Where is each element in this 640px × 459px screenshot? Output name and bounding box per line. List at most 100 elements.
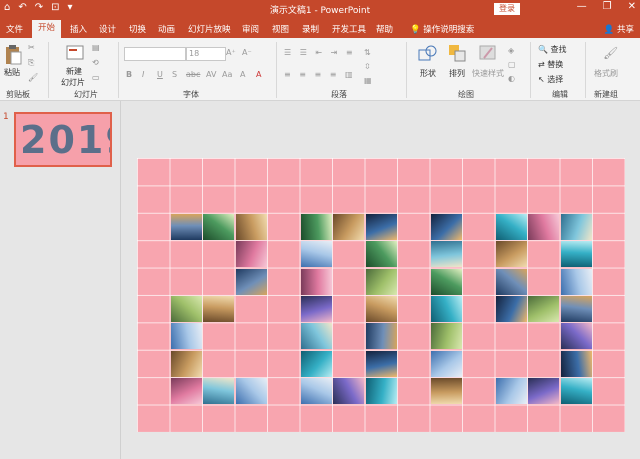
tab-file[interactable]: 文件 [6,23,23,35]
new-slide-label[interactable]: 新建 [66,66,82,77]
photo-tile[interactable] [235,241,267,268]
photo-tile[interactable] [528,378,559,405]
photo-tile[interactable] [560,268,592,295]
strikethrough-button[interactable]: abc [186,70,200,79]
format-painter-button[interactable]: 格式刷 [594,68,618,79]
photo-tile[interactable] [235,268,267,295]
copy-icon[interactable]: ⎘ [28,58,34,68]
photo-tile[interactable] [430,350,462,377]
photo-tile[interactable] [300,323,332,350]
photo-tile[interactable] [235,378,267,405]
photo-tile[interactable] [495,378,527,405]
quick-styles-button[interactable]: 快速样式 [472,68,504,79]
tab-record[interactable]: 录制 [302,23,319,35]
underline-button[interactable]: U [157,70,163,79]
photo-tile[interactable] [300,268,332,295]
case-button[interactable]: Aa [222,70,232,79]
select-button[interactable]: ↖ 选择 [538,74,563,85]
tab-view[interactable]: 视图 [272,23,289,35]
photo-tile[interactable] [333,378,364,405]
text-direction-icon[interactable]: ⇅ [364,48,371,57]
photo-tile[interactable] [560,241,592,268]
font-name-input[interactable] [124,47,186,61]
cut-icon[interactable]: ✂ [28,43,35,52]
font-color-button[interactable]: A [256,70,261,79]
photo-tile[interactable] [170,350,202,377]
shape-fill-icon[interactable]: ◈ [508,46,514,55]
photo-tile[interactable] [203,213,234,240]
login-button[interactable]: 登录 [494,3,520,15]
highlight-button[interactable]: A [240,70,245,79]
photo-tile[interactable] [430,268,462,295]
photo-tile[interactable] [300,350,332,377]
decrease-font-icon[interactable]: A⁻ [242,48,252,57]
photo-tile[interactable] [300,241,332,268]
align-buttons-icon[interactable]: ≡ ≡ ≡ ≡ ▥ [284,70,356,79]
tell-me-search[interactable]: 💡 操作说明搜索 [410,23,474,35]
photo-tile[interactable] [495,213,527,240]
photo-tile[interactable] [495,241,527,268]
photo-tile[interactable] [560,213,592,240]
close-button[interactable]: ✕ [628,1,636,12]
shapes-icon[interactable] [418,44,438,62]
photo-tile[interactable] [300,378,332,405]
photo-tile[interactable] [170,378,202,405]
shadow-button[interactable]: S [172,70,177,79]
new-slide-label-2[interactable]: 幻灯片 [61,77,85,88]
photo-tile[interactable] [365,323,397,350]
photo-tile[interactable] [203,378,234,405]
spacing-button[interactable]: AV [206,70,216,79]
tab-animations[interactable]: 动画 [158,23,175,35]
photo-tile[interactable] [560,323,592,350]
slide-canvas[interactable] [137,158,625,432]
photo-tile[interactable] [170,296,202,322]
photo-tile[interactable] [300,213,332,240]
photo-tile[interactable] [560,378,592,405]
photo-tile[interactable] [430,323,462,350]
shapes-button[interactable]: 形状 [420,68,436,79]
slide-thumbnail[interactable]: 2019 [14,112,112,167]
tab-slideshow[interactable]: 幻灯片放映 [188,23,231,35]
photo-tile[interactable] [365,296,397,322]
photo-tile[interactable] [170,323,202,350]
photo-tile[interactable] [300,296,332,322]
photo-tile[interactable] [365,268,397,295]
tab-home[interactable]: 开始 [32,20,62,38]
tab-developer[interactable]: 开发工具 [332,23,366,35]
format-copy-icon[interactable]: 🖌 [28,73,38,82]
shape-effects-icon[interactable]: ◐ [508,74,515,83]
photo-tile[interactable] [495,268,527,295]
align-text-icon[interactable]: ⇳ [364,62,371,71]
share-button[interactable]: 👤 共享 [604,23,634,35]
photo-tile[interactable] [365,241,397,268]
photo-tile[interactable] [235,213,267,240]
photo-tile[interactable] [333,213,364,240]
photo-tile[interactable] [365,378,397,405]
tab-review[interactable]: 审阅 [242,23,259,35]
tab-design[interactable]: 设计 [99,23,116,35]
photo-tile[interactable] [528,296,559,322]
new-slide-icon[interactable] [66,44,84,62]
list-buttons-icon[interactable]: ☰ ☰ ⇤ ⇥ ≡ [284,48,356,57]
photo-tile[interactable] [560,350,592,377]
arrange-button[interactable]: 排列 [449,68,465,79]
quick-styles-icon[interactable] [478,44,498,62]
replace-button[interactable]: ⇄ 替换 [538,59,563,70]
photo-tile[interactable] [430,296,462,322]
photo-tile[interactable] [430,213,462,240]
photo-tile[interactable] [430,378,462,405]
increase-font-icon[interactable]: A⁺ [226,48,236,57]
photo-tile[interactable] [560,296,592,322]
photo-tile[interactable] [495,296,527,322]
smartart-icon[interactable]: ▦ [364,76,372,85]
arrange-icon[interactable] [448,44,468,62]
restore-button[interactable]: ❐ [603,1,612,12]
paste-button[interactable]: 粘贴 [4,67,20,78]
find-button[interactable]: 🔍 查找 [538,44,567,55]
minimize-button[interactable]: — [577,1,587,12]
photo-tile[interactable] [365,213,397,240]
photo-tile[interactable] [203,296,234,322]
photo-tile[interactable] [365,350,397,377]
italic-button[interactable]: I [142,70,144,79]
photo-tile[interactable] [528,213,559,240]
